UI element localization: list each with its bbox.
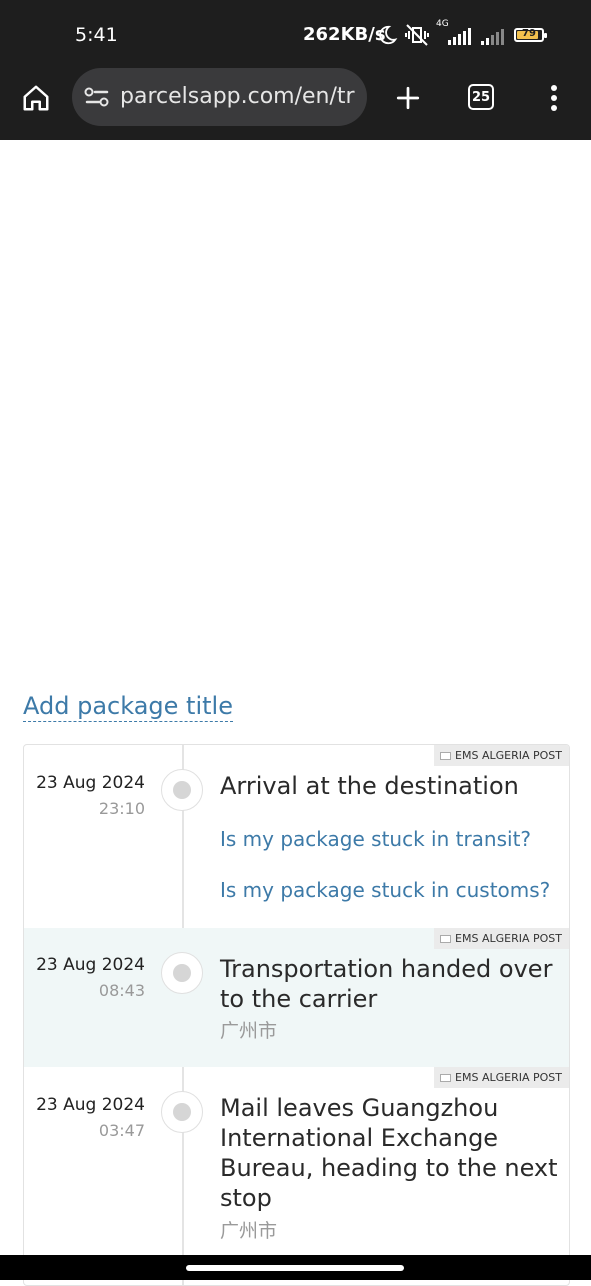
timeline-event: EMS ALGERIA POST 23 Aug 2024 08:43 Trans… [24,928,569,1067]
tab-count: 25 [471,89,491,105]
event-time: 08:43 [98,981,145,1000]
carrier-tag: EMS ALGERIA POST [434,745,569,766]
event-date: 23 Aug 2024 [36,955,145,975]
event-location: 广州市 [220,1220,278,1242]
vibrate-off-icon [405,24,429,46]
new-tab-plus-icon [396,86,420,110]
url-text: parcelsapp.com/en/tr [120,84,355,109]
timeline-dot [161,952,203,994]
event-date: 23 Aug 2024 [36,773,145,793]
event-title: Mail leaves Guangzhou International Exch… [220,1094,558,1212]
event-title: Transportation handed over to the carrie… [220,955,553,1013]
stuck-in-transit-link[interactable]: Is my package stuck in transit? [220,827,531,851]
content-blank-area [0,140,591,685]
address-bar[interactable]: parcelsapp.com/en/tr [72,68,367,126]
browser-toolbar: parcelsapp.com/en/tr 25 [0,68,591,140]
signal-4g-icon: 4G [436,19,471,45]
site-settings-icon[interactable] [84,86,110,108]
tracking-timeline: EMS ALGERIA POST 23 Aug 2024 23:10 Arriv… [23,744,570,1286]
flag-icon [440,934,452,943]
add-package-title-link[interactable]: Add package title [23,692,233,722]
carrier-name: EMS ALGERIA POST [455,932,562,945]
home-button[interactable] [16,78,56,118]
moon-icon [379,25,398,45]
menu-button[interactable] [540,78,568,118]
event-location: 广州市 [220,1020,278,1042]
status-time: 5:41 [75,24,118,46]
system-nav-bar [0,1255,591,1280]
battery-level: 79 [522,28,536,39]
event-time: 23:10 [98,799,145,818]
status-bar: 5:41 262KB/s 4G 79 [0,0,591,68]
tab-switcher-icon: 25 [468,84,494,110]
event-date: 23 Aug 2024 [36,1095,145,1115]
home-icon [23,85,49,111]
network-type: 4G [436,19,449,29]
event-title: Arrival at the destination [220,772,519,800]
battery-icon: 79 [514,28,547,42]
carrier-tag: EMS ALGERIA POST [434,928,569,949]
new-tab-button[interactable] [390,78,426,118]
tab-switcher-button[interactable]: 25 [466,82,496,112]
timeline-dot [161,769,203,811]
carrier-tag: EMS ALGERIA POST [434,1067,569,1088]
menu-dots-icon [551,85,557,111]
timeline-dot [161,1091,203,1133]
event-time: 03:47 [98,1121,145,1140]
timeline-event: EMS ALGERIA POST 23 Aug 2024 23:10 Arriv… [24,745,569,928]
carrier-name: EMS ALGERIA POST [455,749,562,762]
network-speed: 262KB/s [303,24,386,45]
signal-icon [481,25,504,45]
home-gesture-handle[interactable] [186,1265,404,1271]
stuck-in-customs-link[interactable]: Is my package stuck in customs? [220,878,550,902]
flag-icon [440,751,452,760]
timeline-event: EMS ALGERIA POST 23 Aug 2024 03:47 Mail … [24,1067,569,1285]
carrier-name: EMS ALGERIA POST [455,1071,562,1084]
status-icons: 4G 79 [376,19,547,48]
flag-icon [440,1073,452,1082]
